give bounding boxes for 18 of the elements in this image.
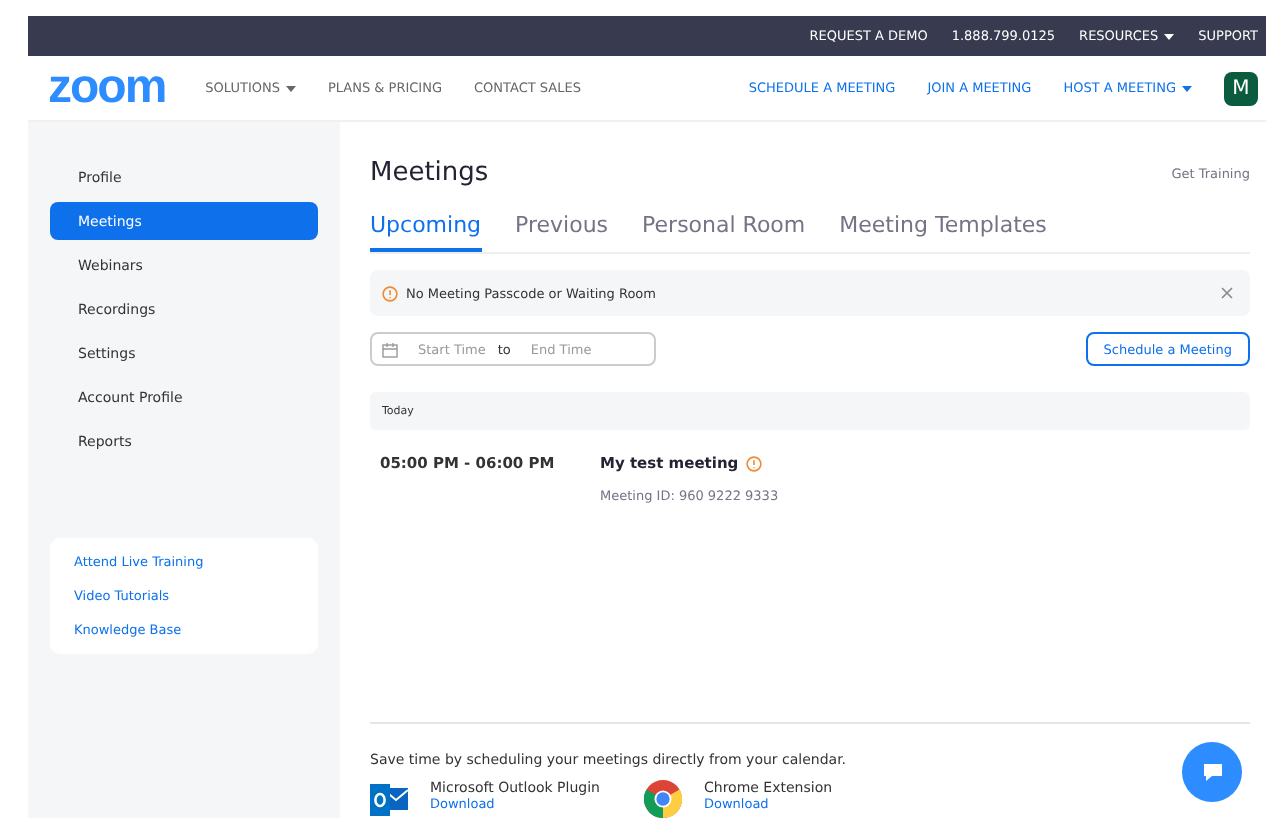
outlook-icon (370, 780, 408, 818)
calendar-icon (382, 341, 398, 357)
warning-icon (382, 285, 398, 301)
caret-icon (285, 85, 296, 91)
close-icon[interactable] (1220, 286, 1234, 300)
page-title: Meetings (370, 158, 489, 188)
caret-icon (1182, 85, 1192, 91)
tab[interactable]: Previous (515, 212, 609, 252)
avatar[interactable]: M (1224, 71, 1258, 105)
chrome-icon (644, 780, 682, 818)
chat-button[interactable] (1182, 742, 1242, 802)
logo[interactable]: zoom (48, 60, 166, 116)
tab[interactable]: Meeting Templates (839, 212, 1047, 252)
warning-icon (746, 455, 763, 471)
tab[interactable]: Upcoming (370, 212, 482, 252)
chat-icon (1201, 762, 1223, 782)
caret-icon (1164, 33, 1175, 39)
tab[interactable]: Personal Room (642, 212, 806, 252)
